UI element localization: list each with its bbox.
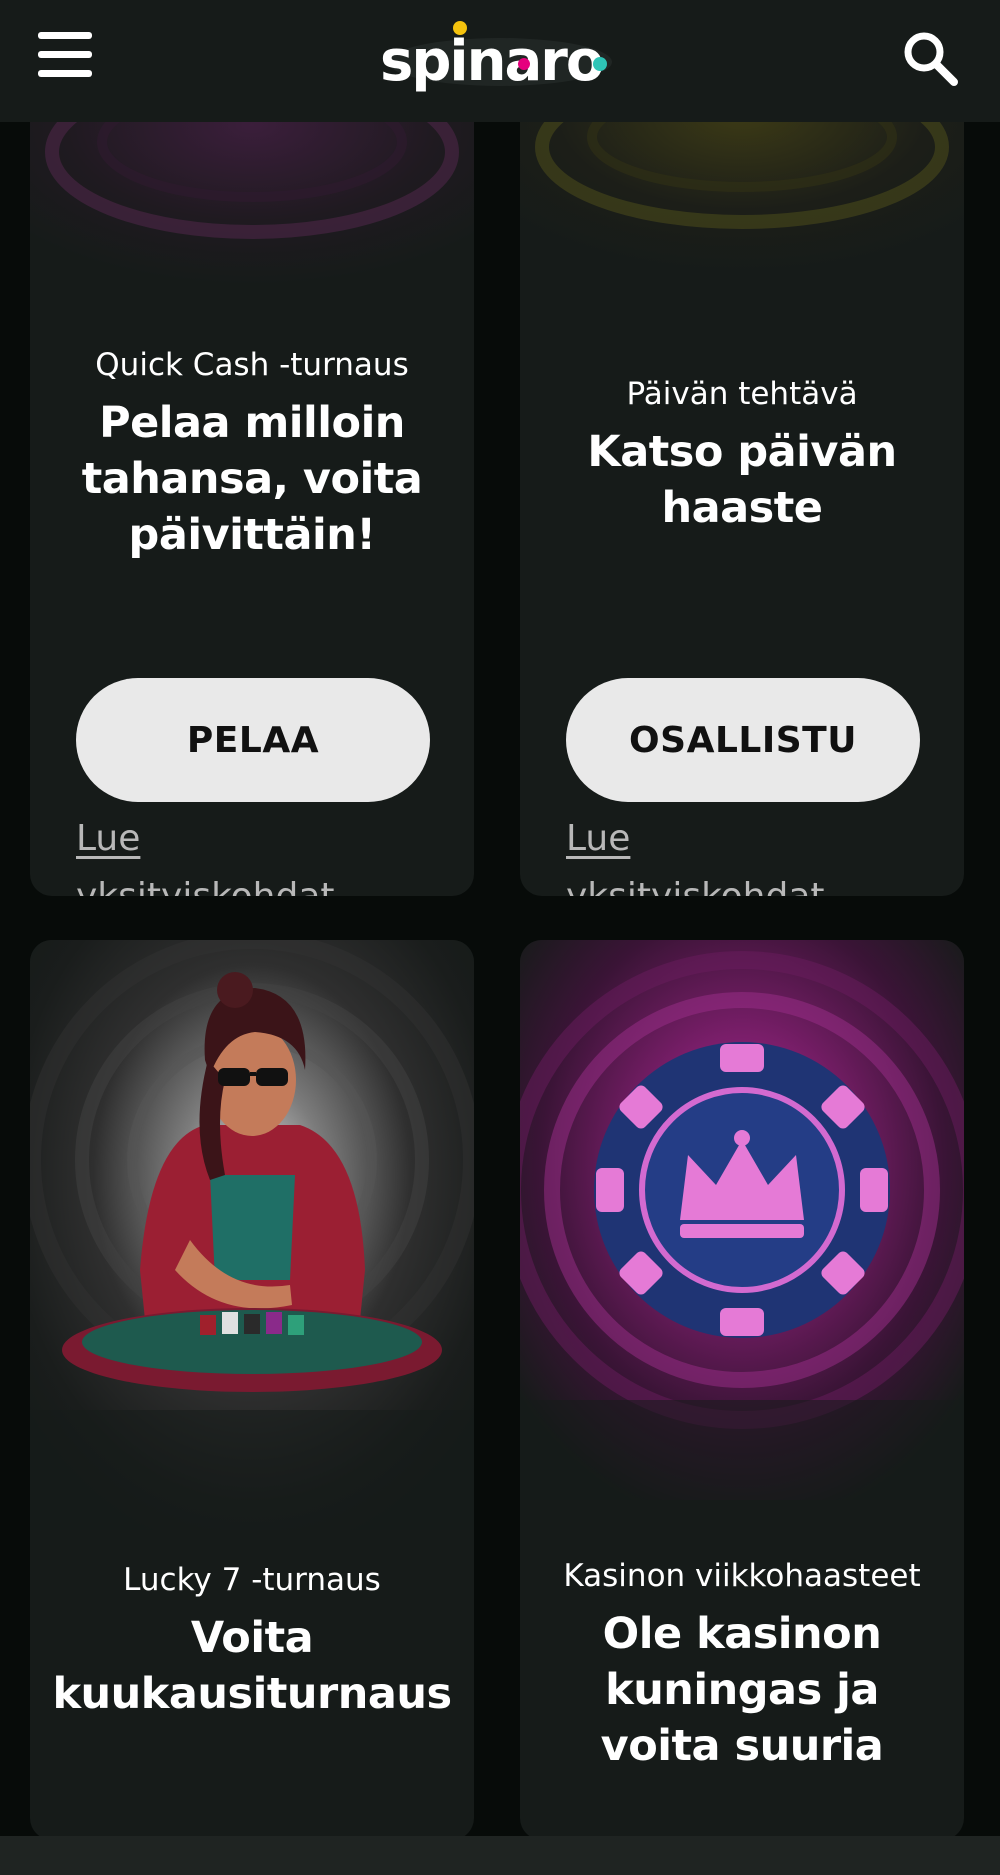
promo-card-text: Quick Cash -turnaus Pelaa milloin tahans…	[30, 345, 474, 563]
svg-text:spinaro: spinaro	[380, 29, 603, 94]
promo-headline: Voita kuukausiturnaus	[52, 1613, 452, 1719]
promo-card-image	[520, 122, 964, 332]
search-icon[interactable]	[898, 26, 962, 90]
promo-headline: Ole kasinon kuningas ja voita suuria	[600, 1609, 884, 1771]
promotions-grid: Quick Cash -turnaus Pelaa milloin tahans…	[0, 122, 1000, 1836]
promo-card-lucky-7: Lucky 7 -turnaus Voita kuukausiturnaus	[30, 940, 474, 1836]
promo-subtitle: Päivän tehtävä	[626, 376, 858, 412]
promo-card-text: Kasinon viikkohaasteet Ole kasinon kunin…	[520, 1556, 964, 1774]
promo-card-daily-task: Päivän tehtävä Katso päivän haaste OSALL…	[520, 122, 964, 896]
hamburger-menu-icon[interactable]	[38, 30, 94, 80]
promo-card-text: Lucky 7 -turnaus Voita kuukausiturnaus	[30, 1560, 474, 1722]
bottom-bar	[0, 1836, 1000, 1875]
promo-card-image	[30, 122, 474, 332]
participate-button[interactable]: OSALLISTU	[566, 678, 920, 802]
promo-subtitle: Kasinon viikkohaasteet	[563, 1558, 921, 1594]
promo-card-weekly-challenges: Kasinon viikkohaasteet Ole kasinon kunin…	[520, 940, 964, 1836]
promo-headline: Katso päivän haaste	[587, 427, 897, 533]
promo-subtitle: Lucky 7 -turnaus	[123, 1562, 381, 1598]
promo-card-quick-cash: Quick Cash -turnaus Pelaa milloin tahans…	[30, 122, 474, 896]
crown-chip-image	[520, 940, 964, 1500]
promo-headline: Pelaa milloin tahansa, voita päivittäin!	[81, 398, 423, 560]
poker-player-image	[30, 940, 474, 1530]
read-details-link[interactable]: Lue yksityiskohdat	[566, 810, 886, 896]
logo-mark: spinaro	[380, 21, 612, 94]
promo-card-text: Päivän tehtävä Katso päivän haaste	[520, 374, 964, 536]
play-button[interactable]: PELAA	[76, 678, 430, 802]
read-details-link[interactable]: Lue yksityiskohdat	[76, 810, 396, 896]
top-navigation-bar: spinaro	[0, 0, 1000, 122]
spinaro-logo[interactable]: spinaro	[378, 18, 622, 94]
promo-subtitle: Quick Cash -turnaus	[95, 347, 409, 383]
